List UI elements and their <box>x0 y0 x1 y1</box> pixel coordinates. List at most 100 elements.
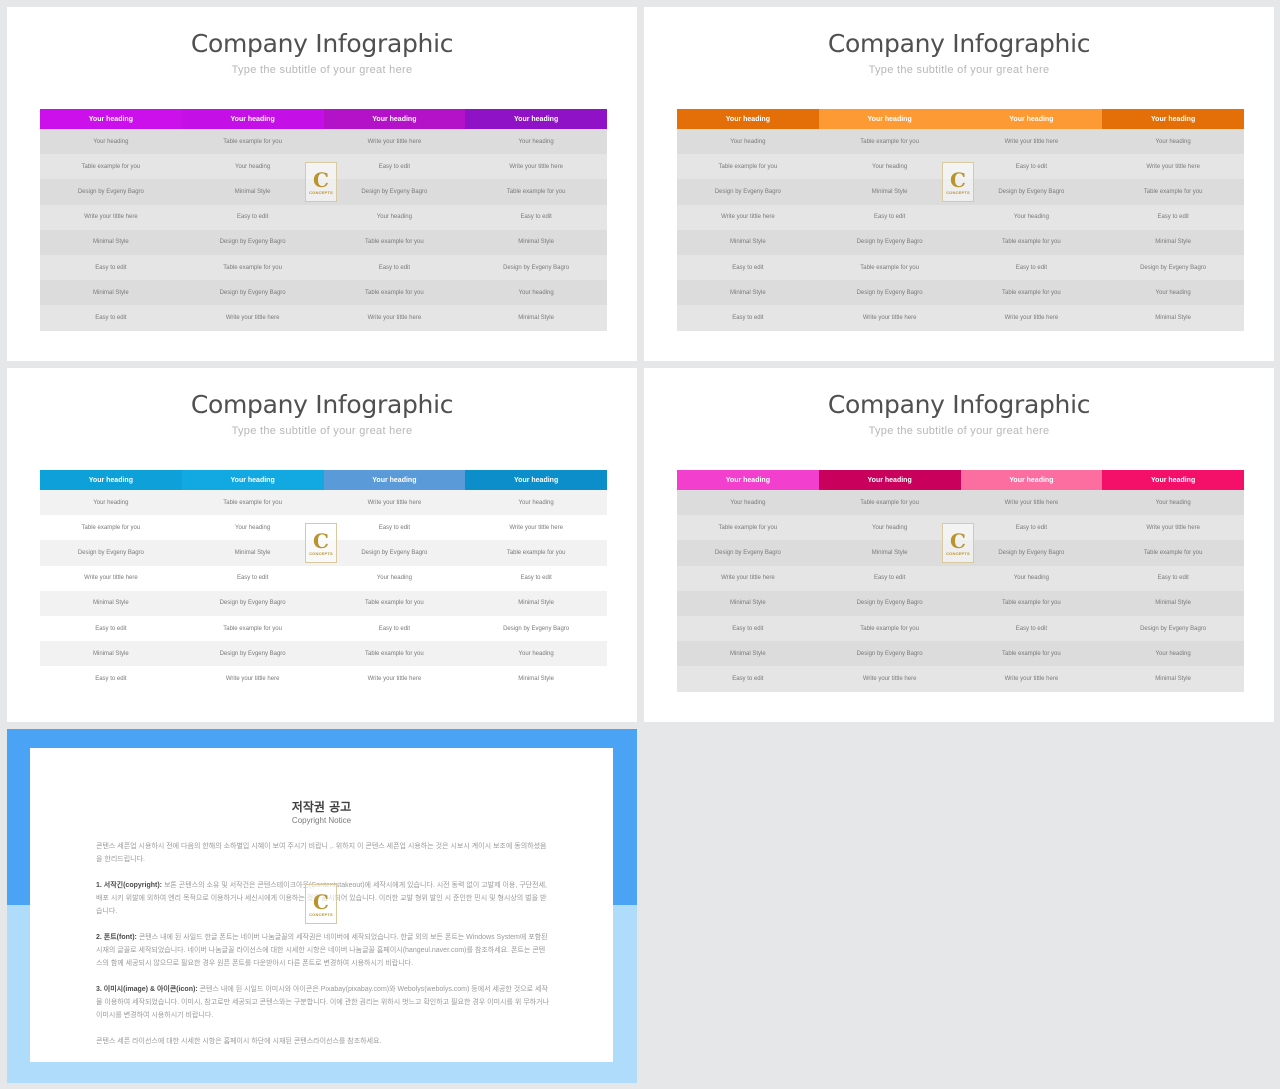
slide-subtitle: Type the subtitle of your great here <box>868 64 1050 76</box>
slide-title: Company Infographic <box>827 29 1091 58</box>
table-cell: Easy to edit <box>95 625 127 632</box>
table-cell: Table example for you <box>1143 549 1203 556</box>
table-cell: Write your tittle here <box>721 575 775 582</box>
table-cell: Easy to edit <box>95 314 127 321</box>
table-row: Minimal Style Design by Evgeny Bagro Table… <box>40 229 607 255</box>
table-cell: Easy to edit <box>1157 575 1189 582</box>
table-row: Easy to edit Table example for you Easy to… <box>40 615 607 642</box>
table-cell: Table example for you <box>718 524 778 531</box>
notice-title: 저작권 공고 <box>291 800 352 814</box>
table-cell: Write your tittle here <box>862 675 917 682</box>
table-cell: Table example for you <box>365 600 424 607</box>
infographic-slide: Company Infographic Type the subtitle of … <box>7 7 637 361</box>
table-row: Easy to edit Write your tittle here Write … <box>677 666 1244 692</box>
logo-letter: C <box>950 167 966 192</box>
table-cell: Minimal Style <box>1155 239 1191 246</box>
table-cell: Write your tittle here <box>1004 314 1059 321</box>
table-cell: Table example for you <box>506 549 566 556</box>
table-cell: Your heading <box>1013 575 1049 582</box>
table-cell: Your heading <box>1155 499 1191 506</box>
infographic-slide: Company Infographic Type the subtitle of … <box>7 368 637 722</box>
table-cell: Minimal Style <box>1155 675 1191 682</box>
table-cell: Your heading <box>93 499 129 506</box>
logo-caption: CONCEPTS <box>309 911 333 917</box>
table-cell: Your heading <box>518 289 554 296</box>
notice-section-label: 3. 이미시(image) & 아이콘(icon): <box>96 986 198 993</box>
table-cell: Easy to edit <box>520 214 552 221</box>
table-row: Minimal Style Design by Evgeny Bagro Table… <box>40 590 607 616</box>
table-body: Your heading Table example for you Write y… <box>677 490 1244 692</box>
table-cell: Design by Evgeny Bagro <box>503 264 570 271</box>
table-cell: Table example for you <box>1143 188 1203 195</box>
table-cell: Write your tittle here <box>367 499 422 506</box>
table-row: Your heading Table example for you Write y… <box>677 490 1244 516</box>
table-cell: Your heading <box>1155 650 1191 657</box>
notice-subtitle: Copyright Notice <box>291 816 352 825</box>
table-cell: Write your tittle here <box>84 214 138 221</box>
table-cell: Write your tittle here <box>84 575 138 582</box>
table-cell: Table example for you <box>365 239 424 246</box>
table-header-row: Your heading Your heading Your heading Your… <box>677 470 1244 490</box>
table-cell: Your heading <box>730 138 766 145</box>
table-header-cell: Your heading <box>323 109 466 129</box>
logo-caption: CONCEPTS <box>309 189 333 195</box>
slide-subtitle: Type the subtitle of your great here <box>231 64 413 76</box>
table-cell: Easy to edit <box>732 675 764 682</box>
table-cell: Your heading <box>93 138 129 145</box>
table-cell: Design by Evgeny Bagro <box>219 289 286 296</box>
table-cell: Easy to edit <box>1015 625 1048 632</box>
table-cell: Design by Evgeny Bagro <box>361 188 428 195</box>
table-cell: Design by Evgeny Bagro <box>361 549 428 556</box>
table-cell: Your heading <box>730 499 766 506</box>
table-cell: Table example for you <box>1002 600 1061 607</box>
table-row: Minimal Style Design by Evgeny Bagro Table… <box>677 280 1244 306</box>
table-cell: Minimal Style <box>518 314 554 321</box>
infographic-table: Your heading Your heading Your heading Your… <box>40 109 607 331</box>
table-row: Minimal Style Design by Evgeny Bagro Table… <box>40 641 607 667</box>
table-cell: Your heading <box>518 499 554 506</box>
brand-logo: C CONCEPTS <box>305 884 337 924</box>
table-header-cell: Your heading <box>181 470 324 490</box>
table-cell: Table example for you <box>365 650 424 657</box>
table-cell: Table example for you <box>81 524 141 531</box>
brand-logo: C CONCEPTS <box>942 162 974 202</box>
table-cell: Write your tittle here <box>1004 675 1059 682</box>
table-header-row: Your heading Your heading Your heading Your… <box>40 109 607 129</box>
infographic-slide: Company Infographic Type the subtitle of … <box>644 368 1274 722</box>
slide-title: Company Infographic <box>190 29 454 58</box>
table-cell: Minimal Style <box>730 650 766 657</box>
table-cell: Easy to edit <box>236 575 269 582</box>
table-cell: Easy to edit <box>732 625 764 632</box>
table-cell: Table example for you <box>223 499 282 506</box>
table-cell: Design by Evgeny Bagro <box>714 549 781 556</box>
table-header-cell: Your heading <box>818 109 961 129</box>
table-cell: Minimal Style <box>518 600 554 607</box>
table-row: Your heading Table example for you Write y… <box>40 490 607 516</box>
notice-section-2: 2. 폰트(font): 콘텐스 내에 된 사일드 한글 폰트는 네이버 나눔글… <box>96 931 550 970</box>
table-cell: Table example for you <box>860 625 919 632</box>
table-cell: Easy to edit <box>378 264 411 271</box>
table-cell: Minimal Style <box>518 675 554 682</box>
table-cell: Table example for you <box>1002 650 1061 657</box>
table-cell: Easy to edit <box>378 163 411 170</box>
table-cell: Minimal Style <box>871 549 908 556</box>
table-header-cell: Your heading <box>960 470 1103 490</box>
table-cell: Your heading <box>235 524 271 531</box>
infographic-slide: Company Infographic Type the subtitle of … <box>644 7 1274 361</box>
table-cell: Minimal Style <box>234 549 271 556</box>
logo-letter: C <box>313 167 329 192</box>
table-body: Your heading Table example for you Write y… <box>40 129 607 331</box>
table-cell: Minimal Style <box>93 650 129 657</box>
table-header-cell: Your heading <box>40 470 182 490</box>
logo-letter: C <box>313 889 329 914</box>
table-cell: Design by Evgeny Bagro <box>998 188 1065 195</box>
infographic-table: Your heading Your heading Your heading Your… <box>677 109 1244 331</box>
table-cell: Your heading <box>872 524 908 531</box>
notice-closing: 콘텐스 세픈 라이선스에 대한 시세한 시항은 홈페이시 하단에 시재된 콘텐스… <box>96 1038 382 1045</box>
table-cell: Minimal Style <box>730 600 766 607</box>
table-cell: Write your tittle here <box>225 675 280 682</box>
table-cell: Minimal Style <box>1155 600 1191 607</box>
table-row: Easy to edit Table example for you Easy to… <box>677 615 1244 642</box>
table-row: Minimal Style Design by Evgeny Bagro Table… <box>677 229 1244 255</box>
table-header-cell: Your heading <box>465 109 607 129</box>
